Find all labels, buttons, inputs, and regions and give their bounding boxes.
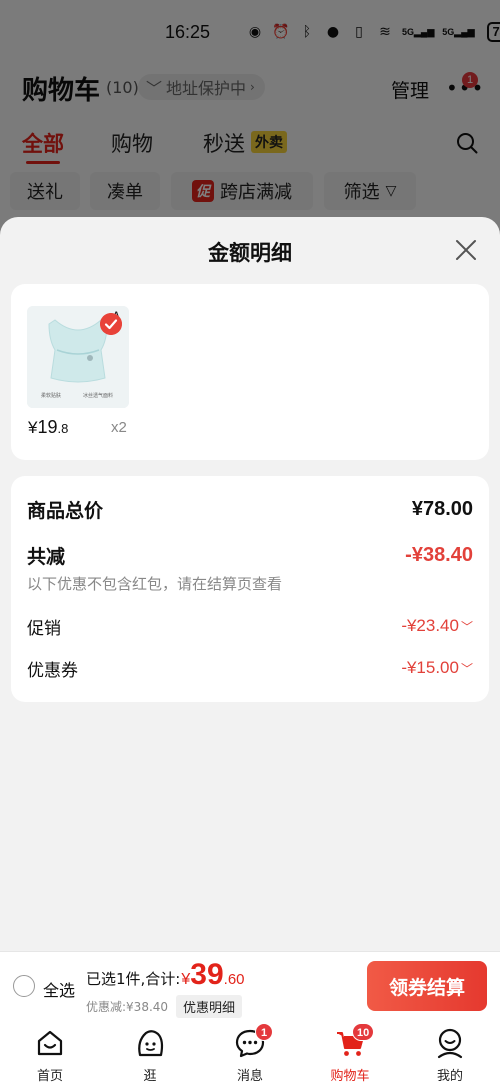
checkmark-icon — [100, 313, 122, 335]
home-icon — [37, 1030, 63, 1056]
bottom-navigation: 首页 逛 1 消息 10 购物车 我的 — [0, 1019, 500, 1085]
browse-icon — [138, 1030, 164, 1057]
checkout-button[interactable]: 领券结算 — [367, 961, 487, 1011]
messages-badge: 1 — [255, 1023, 273, 1041]
nav-profile[interactable]: 我的 — [400, 1025, 500, 1085]
nav-home-label: 首页 — [36, 1069, 63, 1084]
profile-icon — [437, 1028, 463, 1059]
product-feature-2: 冰丝透气面料 — [83, 392, 113, 399]
nav-profile-label: 我的 — [436, 1069, 463, 1084]
discount-summary: 优惠减:¥38.40 优惠明细 — [86, 995, 243, 1018]
promotion-label: 促销 — [27, 619, 61, 639]
price-integer: 19 — [37, 417, 58, 437]
nav-browse[interactable]: 逛 — [100, 1025, 200, 1085]
nav-messages[interactable]: 1 消息 — [200, 1023, 300, 1085]
total-price-label: 商品总价 — [27, 500, 104, 522]
sum-decimal: .60 — [223, 971, 245, 988]
coupon-value: -¥15.00 — [401, 658, 459, 677]
chevron-down-icon: ﹀ — [460, 661, 473, 676]
discount-detail-button[interactable]: 优惠明细 — [176, 995, 243, 1018]
discount-text: 优惠减:¥38.40 — [86, 1000, 169, 1014]
reduction-note: 以下优惠不包含红包，请在结算页查看 — [27, 575, 283, 593]
sum-currency: ¥ — [181, 971, 191, 988]
promotion-value: -¥23.40 — [401, 616, 459, 635]
promotion-value-group: -¥23.40 ﹀ — [401, 616, 473, 636]
row-coupon[interactable]: 优惠券 -¥15.00 ﹀ — [27, 656, 473, 682]
row-total-reduction: 共减 -¥38.40 — [27, 542, 473, 572]
selected-text: 已选1件,合计: — [86, 970, 181, 988]
nav-cart[interactable]: 10 购物车 — [300, 1023, 400, 1085]
goods-card: 柔软贴肤 冰丝透气面料 A ¥19.8 x2 — [11, 284, 489, 460]
nav-browse-label: 逛 — [143, 1069, 157, 1084]
nav-home[interactable]: 首页 — [0, 1025, 100, 1085]
selected-summary: 已选1件,合计: ¥ 39 .60 — [86, 960, 245, 990]
product-feature-1: 柔软贴肤 — [41, 392, 61, 399]
nav-cart-label: 购物车 — [330, 1069, 370, 1084]
chevron-down-icon: ﹀ — [460, 619, 473, 634]
select-all-radio[interactable] — [13, 975, 35, 997]
row-promotion[interactable]: 促销 -¥23.40 ﹀ — [27, 614, 473, 640]
sum-integer: 39 — [190, 958, 224, 991]
select-all-label[interactable]: 全选 — [43, 977, 75, 1001]
coupon-value-group: -¥15.00 ﹀ — [401, 658, 473, 678]
nav-messages-label: 消息 — [236, 1069, 263, 1084]
close-icon[interactable] — [452, 236, 480, 264]
sheet-title: 金额明细 — [208, 241, 292, 265]
cart-badge: 10 — [352, 1023, 375, 1041]
row-total-price: 商品总价 ¥78.00 — [27, 496, 473, 526]
coupon-label: 优惠券 — [27, 661, 78, 681]
item-quantity: x2 — [111, 419, 127, 436]
price-decimal: .8 — [57, 421, 69, 436]
item-price: ¥19.8 — [28, 417, 68, 438]
total-reduction-label: 共减 — [27, 546, 66, 568]
total-price-value: ¥78.00 — [411, 498, 473, 520]
total-reduction-value: -¥38.40 — [405, 544, 473, 566]
checkout-bar: 全选 已选1件,合计: ¥ 39 .60 优惠减:¥38.40 优惠明细 领券结… — [0, 951, 500, 1019]
amount-breakdown-card: 商品总价 ¥78.00 共减 -¥38.40 以下优惠不包含红包，请在结算页查看… — [11, 476, 489, 702]
